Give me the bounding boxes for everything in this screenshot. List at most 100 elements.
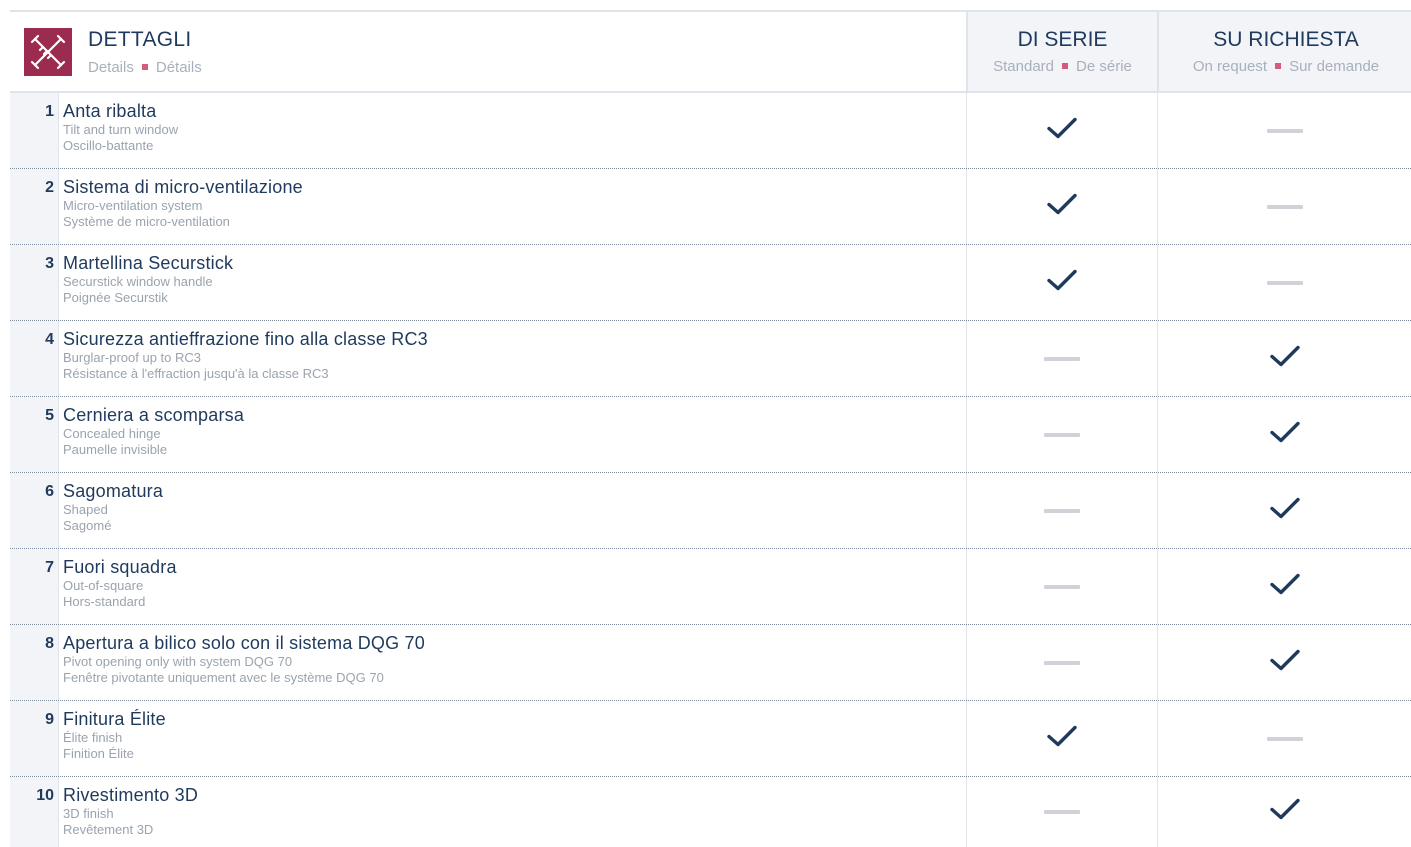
- feature-name-fr: Paumelle invisible: [63, 442, 168, 457]
- row-description: Rivestimento 3D 3D finish Revêtement 3D: [63, 785, 198, 838]
- standard-cell: [966, 169, 1157, 244]
- separator-marker: [141, 64, 148, 71]
- row-number: 7: [45, 559, 54, 576]
- table-row: 6 Sagomatura Shaped Sagomé: [10, 473, 1411, 549]
- table-row: 7 Fuori squadra Out-of-square Hors-standard: [10, 549, 1411, 625]
- dash-icon: [1267, 736, 1303, 741]
- row-number: 10: [36, 787, 54, 804]
- check-icon: [1270, 573, 1300, 600]
- row-number: 6: [45, 483, 54, 500]
- standard-cell: [966, 321, 1157, 396]
- row-description: Sistema di micro-ventilazione Micro-venti…: [63, 177, 303, 230]
- row-description: Martellina Securstick Securstick window h…: [63, 253, 233, 306]
- table-row: 3 Martellina Securstick Securstick window …: [10, 245, 1411, 321]
- check-icon: [1270, 497, 1300, 524]
- standard-cell: [966, 701, 1157, 776]
- separator-marker: [1275, 63, 1282, 70]
- feature-name-en: Pivot opening only with system DQG 70: [63, 654, 293, 669]
- check-icon: [1047, 193, 1077, 220]
- row-number: 2: [45, 179, 54, 196]
- feature-name-it: Rivestimento 3D: [63, 785, 199, 805]
- check-icon: [1270, 649, 1300, 676]
- row-number-cell: 8: [10, 625, 59, 700]
- feature-name-it: Finitura Élite: [63, 709, 166, 729]
- row-number-cell: 4: [10, 321, 59, 396]
- on-request-cell: [1157, 549, 1411, 624]
- row-description: Finitura Élite Élite finish Finition Élite: [63, 709, 166, 762]
- feature-name-en: Élite finish: [63, 730, 123, 745]
- feature-name-it: Sicurezza antieffrazione fino alla class…: [63, 329, 428, 349]
- on-request-cell: [1157, 321, 1411, 396]
- standard-cell: [966, 473, 1157, 548]
- dash-icon: [1267, 128, 1303, 133]
- feature-name-en: 3D finish: [63, 806, 114, 821]
- check-icon: [1270, 345, 1300, 372]
- table-row: 1 Anta ribalta Tilt and turn window Oscillo…: [10, 93, 1411, 169]
- row-number: 3: [45, 255, 54, 272]
- feature-name-it: Anta ribalta: [63, 101, 157, 121]
- dash-icon: [1267, 280, 1303, 285]
- feature-name-fr: Hors-standard: [63, 594, 146, 609]
- row-number: 8: [45, 635, 54, 652]
- row-number-cell: 3: [10, 245, 59, 320]
- row-description: Cerniera a scomparsa Concealed hinge Paume…: [63, 405, 244, 458]
- row-description: Fuori squadra Out-of-square Hors-standard: [63, 557, 177, 610]
- feature-name-en: Burglar-proof up to RC3: [63, 350, 202, 365]
- row-number: 9: [45, 711, 54, 728]
- feature-name-fr: Oscillo-battante: [63, 138, 154, 153]
- subtitle-fr: Détails: [155, 59, 202, 76]
- table-row: 5 Cerniera a scomparsa Concealed hinge Paum…: [10, 397, 1411, 473]
- check-icon: [1047, 725, 1077, 752]
- feature-name-it: Sagomatura: [63, 481, 164, 501]
- check-icon: [1270, 421, 1300, 448]
- standard-cell: [966, 397, 1157, 472]
- row-description: Sicurezza antieffrazione fino alla class…: [63, 329, 428, 382]
- page-subtitle: Details Détails: [88, 59, 202, 76]
- column-sub-fr: Sur demande: [1289, 58, 1380, 75]
- on-request-cell: [1157, 777, 1411, 847]
- check-icon: [1047, 117, 1077, 144]
- standard-cell: [966, 93, 1157, 168]
- feature-name-it: Apertura a bilico solo con il sistema DQ…: [63, 633, 425, 653]
- dash-icon: [1044, 584, 1080, 589]
- row-number-cell: 7: [10, 549, 59, 624]
- feature-name-en: Shaped: [63, 502, 108, 517]
- feature-name-fr: Système de micro-ventilation: [63, 214, 230, 229]
- dash-icon: [1267, 204, 1303, 209]
- feature-name-en: Concealed hinge: [63, 426, 161, 441]
- column-subtitle: Standard De série: [968, 58, 1157, 75]
- table-row: 8 Apertura a bilico solo con il sistema D…: [10, 625, 1411, 701]
- row-number: 1: [45, 103, 54, 120]
- column-header-standard: DI SERIE Standard De série: [966, 12, 1157, 91]
- on-request-cell: [1157, 93, 1411, 168]
- feature-name-fr: Sagomé: [63, 518, 112, 533]
- on-request-cell: [1157, 169, 1411, 244]
- on-request-cell: [1157, 625, 1411, 700]
- standard-cell: [966, 625, 1157, 700]
- feature-name-it: Martellina Securstick: [63, 253, 234, 273]
- check-icon: [1047, 269, 1077, 296]
- column-title: SU RICHIESTA: [1213, 28, 1359, 51]
- dash-icon: [1044, 810, 1080, 814]
- feature-name-it: Sistema di micro-ventilazione: [63, 177, 303, 197]
- page-title: DETTAGLI: [88, 28, 192, 51]
- dash-icon: [1044, 356, 1080, 361]
- feature-name-fr: Poignée Securstik: [63, 290, 168, 305]
- feature-name-fr: Revêtement 3D: [63, 822, 154, 837]
- table-row: 4 Sicurezza antieffrazione fino alla clas…: [10, 321, 1411, 397]
- standard-cell: [966, 245, 1157, 320]
- row-number: 5: [45, 407, 54, 424]
- table-row: 10 Rivestimento 3D 3D finish Revêtement 3D: [10, 777, 1411, 847]
- row-number-cell: 2: [10, 169, 59, 244]
- dash-icon: [1044, 660, 1080, 665]
- table-body: 1 Anta ribalta Tilt and turn window Oscillo…: [10, 93, 1411, 847]
- column-title: DI SERIE: [1017, 28, 1108, 51]
- row-number-cell: 5: [10, 397, 59, 472]
- feature-name-en: Out-of-square: [63, 578, 144, 593]
- feature-name-en: Securstick window handle: [63, 274, 213, 289]
- subtitle-en: Details: [88, 59, 134, 76]
- on-request-cell: [1157, 473, 1411, 548]
- row-description: Sagomatura Shaped Sagomé: [63, 481, 163, 534]
- column-sub-en: On request: [1192, 58, 1268, 75]
- row-number-cell: 6: [10, 473, 59, 548]
